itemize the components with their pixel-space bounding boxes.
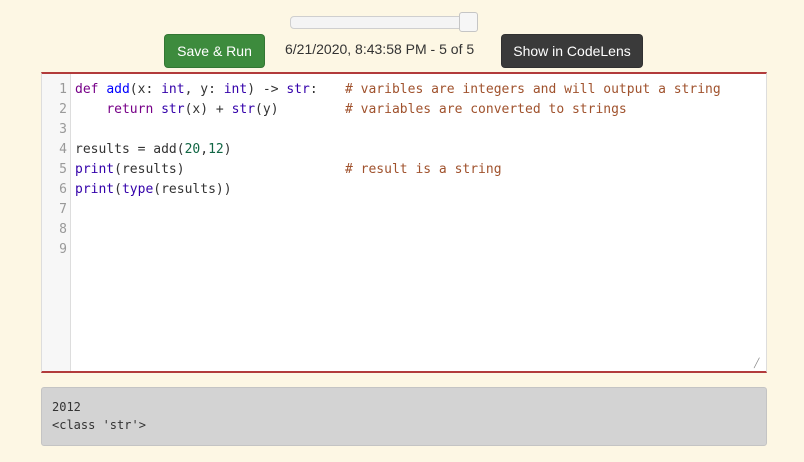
resize-grip-icon[interactable]: ╱: [754, 359, 762, 368]
line-number: 6: [59, 182, 67, 197]
code-editor[interactable]: 1 def add(x: int, y: int) -> str: # varibl…: [41, 72, 767, 373]
line-number: 7: [59, 202, 67, 217]
code-line[interactable]: 9: [42, 240, 766, 260]
code-comment: # varibles are integers and will output …: [345, 82, 721, 97]
line-number: 4: [59, 142, 67, 157]
code-line[interactable]: 8: [42, 220, 766, 240]
code-text: print(results): [75, 162, 185, 177]
code-comment: # variables are converted to strings: [345, 102, 627, 117]
show-in-codelens-button[interactable]: Show in CodeLens: [501, 34, 643, 68]
code-line[interactable]: 7: [42, 200, 766, 220]
history-slider-track[interactable]: [290, 16, 476, 29]
activecode-panel: Save & Run 6/21/2020, 8:43:58 PM - 5 of …: [0, 0, 804, 462]
code-line[interactable]: 1 def add(x: int, y: int) -> str: # varibl…: [42, 80, 766, 100]
code-line[interactable]: 2 return str(x) + str(y) # variables are …: [42, 100, 766, 120]
line-number: 9: [59, 242, 67, 257]
line-number: 2: [59, 102, 67, 117]
code-line[interactable]: 3: [42, 120, 766, 140]
code-line[interactable]: 6 print(type(results)): [42, 180, 766, 200]
line-number: 3: [59, 122, 67, 137]
line-number: 1: [59, 82, 67, 97]
line-number: 5: [59, 162, 67, 177]
code-text: print(type(results)): [75, 182, 232, 197]
line-number: 8: [59, 222, 67, 237]
program-output: 2012 <class 'str'>: [41, 387, 767, 446]
history-slider-handle[interactable]: [459, 12, 478, 32]
code-text: return str(x) + str(y): [106, 102, 279, 117]
save-and-run-button[interactable]: Save & Run: [164, 34, 265, 68]
history-timestamp: 6/21/2020, 8:43:58 PM - 5 of 5: [285, 41, 475, 57]
code-line[interactable]: 4 results = add(20,12): [42, 140, 766, 160]
code-text: def add(x: int, y: int) -> str:: [75, 82, 318, 97]
code-comment: # result is a string: [345, 162, 502, 177]
code-text: results = add(20,12): [75, 142, 232, 157]
code-line[interactable]: 5 print(results) # result is a string: [42, 160, 766, 180]
